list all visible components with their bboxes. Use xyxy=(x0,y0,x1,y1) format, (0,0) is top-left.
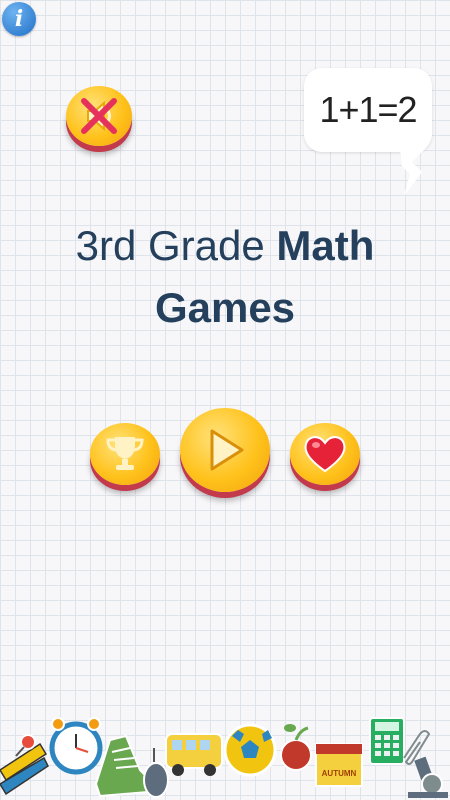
calendar-icon: AUTUMN xyxy=(315,743,363,787)
rate-button[interactable] xyxy=(290,423,360,485)
sound-off-icon xyxy=(81,98,117,134)
leaderboard-button[interactable] xyxy=(90,423,160,485)
sound-toggle-button[interactable] xyxy=(66,86,132,146)
mouse-icon xyxy=(143,748,169,798)
page-title-line2: Games xyxy=(154,284,296,331)
speech-bubble: 1+1=2 xyxy=(304,68,432,152)
alarm-clock-icon xyxy=(49,717,103,775)
title-regular: 3rd Grade xyxy=(75,222,277,269)
play-button[interactable] xyxy=(180,408,270,492)
page-title: 3rd Grade Math xyxy=(0,220,450,272)
school-bus-icon xyxy=(165,733,223,776)
speech-bubble-tail xyxy=(400,148,426,196)
pencil-icon xyxy=(0,742,49,796)
speech-bubble-text: 1+1=2 xyxy=(319,89,417,130)
calendar-autumn-label: AUTUMN xyxy=(322,769,357,778)
calculator-icon xyxy=(369,717,405,765)
title-bold: Math xyxy=(276,222,375,269)
play-icon xyxy=(210,429,244,471)
school-items-decoration: AUTUMN xyxy=(0,717,448,798)
apple-icon xyxy=(280,724,312,771)
soccer-ball-icon xyxy=(223,723,277,777)
info-icon: i xyxy=(14,6,24,32)
sneaker-icon xyxy=(94,734,152,798)
heart-icon xyxy=(304,436,346,473)
trophy-icon xyxy=(106,437,144,470)
microscope-icon xyxy=(408,756,448,798)
info-button[interactable]: i xyxy=(2,2,36,36)
